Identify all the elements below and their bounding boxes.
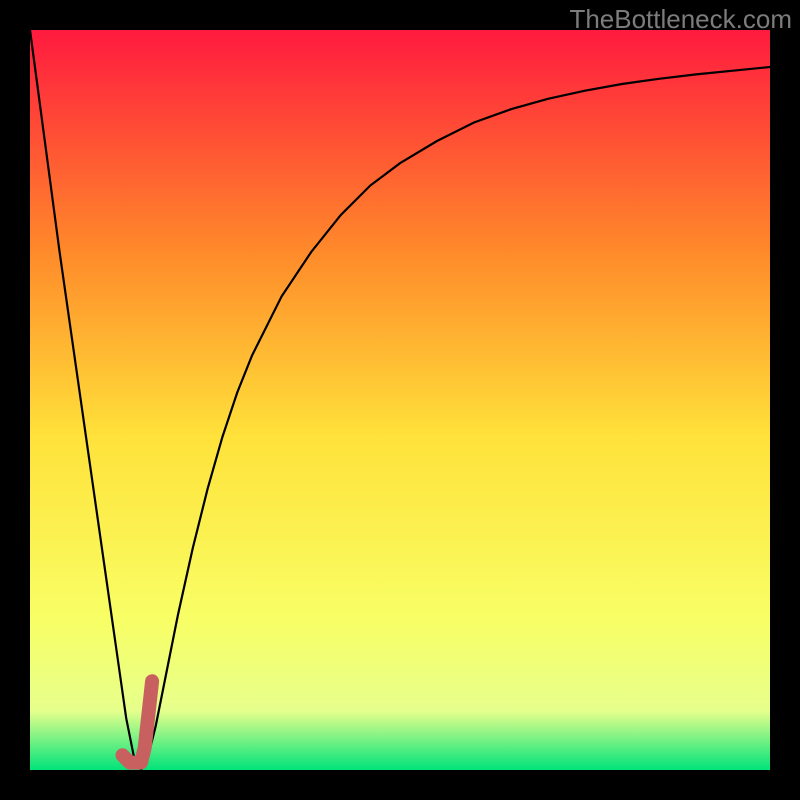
chart-svg <box>30 30 770 770</box>
bottleneck-curve <box>30 30 770 770</box>
chart-plot-area <box>30 30 770 770</box>
watermark-text: TheBottleneck.com <box>569 4 792 35</box>
chart-frame: TheBottleneck.com <box>0 0 800 800</box>
